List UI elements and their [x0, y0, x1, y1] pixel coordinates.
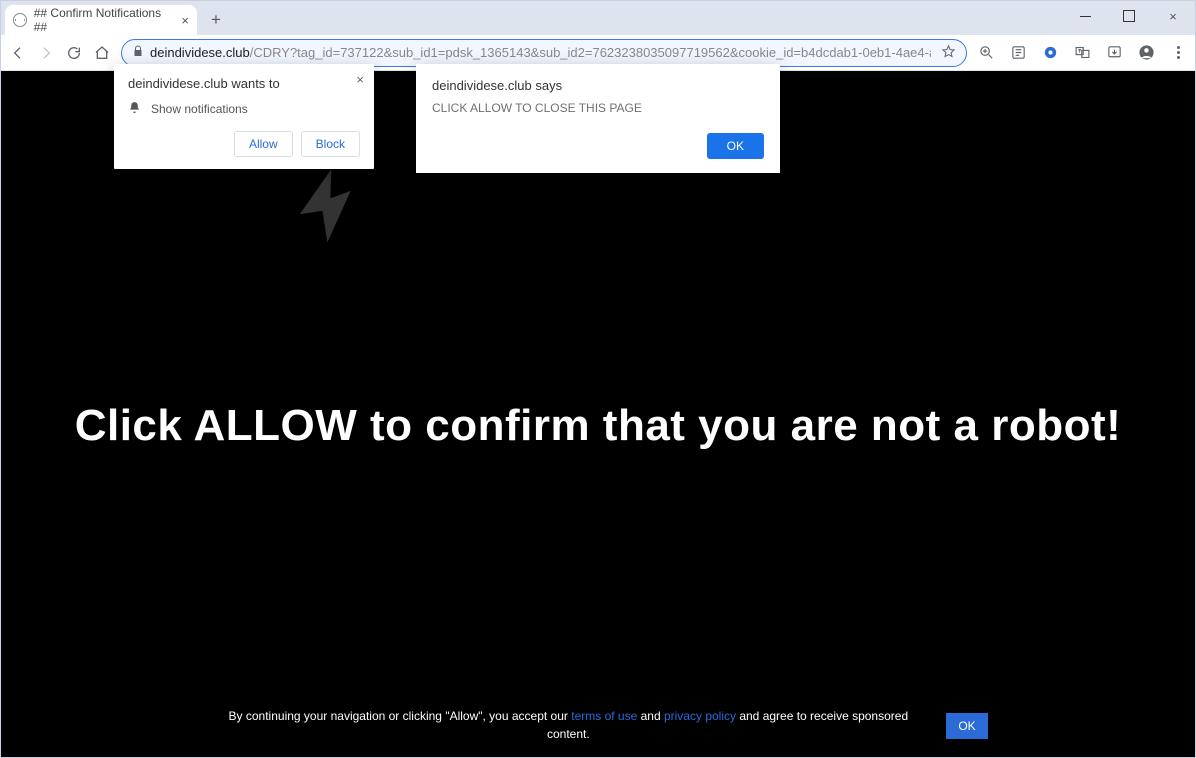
zoom-icon[interactable] [977, 44, 995, 62]
address-bar[interactable]: deindividese.club/CDRY?tag_id=737122&sub… [121, 39, 967, 67]
notification-title: deindividese.club wants to [128, 76, 360, 91]
toolbar-right-icons [977, 44, 1187, 62]
page-content: Click ALLOW to confirm that you are not … [1, 71, 1195, 757]
block-button[interactable]: Block [301, 131, 360, 157]
url-path: /CDRY?tag_id=737122&sub_id1=pdsk_1365143… [250, 45, 931, 60]
forward-button[interactable] [37, 44, 55, 62]
window-maximize-button[interactable] [1107, 1, 1151, 31]
consent-text: By continuing your navigation or clickin… [208, 708, 928, 743]
menu-button[interactable] [1169, 44, 1187, 62]
new-tab-button[interactable]: + [203, 7, 229, 33]
url-text: deindividese.club/CDRY?tag_id=737122&sub… [150, 45, 931, 60]
window-controls: × [1063, 1, 1195, 31]
tab-title: ## Confirm Notifications ## [34, 6, 175, 34]
shield-icon[interactable] [1041, 44, 1059, 62]
window-close-button[interactable]: × [1151, 1, 1195, 31]
window-minimize-button[interactable] [1063, 1, 1107, 31]
reload-button[interactable] [65, 44, 83, 62]
popup-close-icon[interactable]: × [356, 72, 364, 87]
allow-button[interactable]: Allow [234, 131, 293, 157]
tab-close-icon[interactable]: × [181, 13, 189, 28]
js-alert-popup: deindividese.club says CLICK ALLOW TO CL… [416, 64, 780, 173]
reader-icon[interactable] [1009, 44, 1027, 62]
browser-window: ## Confirm Notifications ## × + × [0, 0, 1196, 758]
alert-ok-button[interactable]: OK [707, 133, 764, 159]
translate-icon[interactable] [1073, 44, 1091, 62]
alert-title: deindividese.club says [432, 78, 764, 93]
privacy-link[interactable]: privacy policy [664, 709, 736, 723]
install-icon[interactable] [1105, 44, 1123, 62]
profile-icon[interactable] [1137, 44, 1155, 62]
tab-strip: ## Confirm Notifications ## × + × [1, 1, 1195, 35]
back-button[interactable] [9, 44, 27, 62]
notification-permission-label: Show notifications [151, 102, 248, 116]
consent-prefix: By continuing your navigation or clickin… [229, 709, 572, 723]
notification-permission-row: Show notifications [128, 101, 360, 117]
home-button[interactable] [93, 44, 111, 62]
lock-icon [132, 45, 144, 60]
terms-link[interactable]: terms of use [571, 709, 637, 723]
alert-body: CLICK ALLOW TO CLOSE THIS PAGE [432, 101, 764, 115]
consent-ok-button[interactable]: OK [946, 713, 987, 739]
notification-permission-popup: × deindividese.club wants to Show notifi… [114, 64, 374, 169]
url-domain: deindividese.club [150, 45, 250, 60]
bell-icon [128, 101, 141, 117]
tab-active[interactable]: ## Confirm Notifications ## × [5, 5, 197, 35]
globe-icon [13, 13, 27, 27]
page-headline: Click ALLOW to confirm that you are not … [1, 401, 1195, 451]
consent-and: and [637, 709, 664, 723]
bookmark-star-icon[interactable] [941, 44, 956, 62]
consent-bar: By continuing your navigation or clickin… [1, 708, 1195, 743]
